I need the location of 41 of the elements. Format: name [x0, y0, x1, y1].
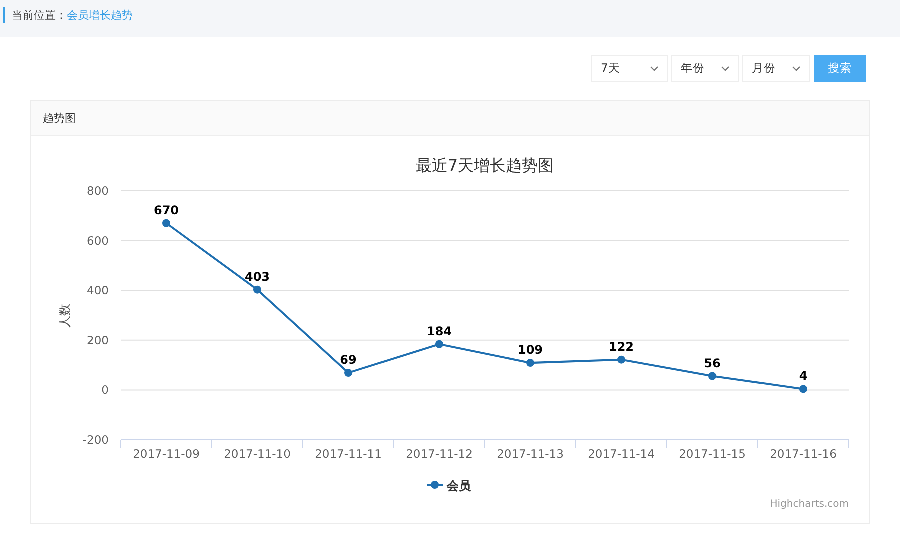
data-point — [800, 385, 808, 394]
data-label: 403 — [244, 270, 270, 284]
data-label: 4 — [799, 369, 808, 384]
x-tick-label: 2017-11-13 — [497, 447, 564, 461]
y-tick-label: 400 — [87, 284, 109, 298]
x-tick-label: 2017-11-09 — [133, 447, 200, 461]
chart-title: 最近7天增长趋势图 — [416, 156, 554, 175]
x-tick-label: 2017-11-10 — [224, 447, 291, 461]
data-point — [344, 369, 352, 378]
data-point — [526, 359, 534, 368]
dropdown[interactable]: 月份 — [742, 55, 810, 82]
dropdown[interactable]: 7天 — [591, 55, 668, 82]
data-point — [618, 356, 626, 364]
y-tick-label: 0 — [102, 383, 109, 398]
data-point — [254, 286, 262, 294]
y-tick-label: 800 — [87, 184, 109, 198]
data-point — [436, 340, 444, 348]
chevron-down-icon — [721, 66, 730, 72]
x-tick-label: 2017-11-14 — [588, 447, 655, 461]
data-point — [162, 219, 170, 228]
x-tick-label: 2017-11-16 — [770, 447, 837, 461]
data-label: 109 — [518, 343, 544, 358]
dropdown[interactable]: 年份 — [671, 55, 739, 82]
chevron-down-icon — [650, 66, 659, 72]
y-axis-label: 人数 — [58, 304, 72, 328]
data-point — [708, 372, 716, 380]
x-tick-label: 2017-11-11 — [315, 447, 382, 461]
data-label: 56 — [704, 356, 721, 370]
data-label: 670 — [154, 203, 180, 218]
y-tick-label: -200 — [82, 433, 109, 447]
data-label: 69 — [340, 353, 357, 368]
card-title: 趋势图 — [43, 110, 76, 126]
x-tick-label: 2017-11-15 — [679, 447, 746, 461]
breadcrumb-label: 当前位置： — [12, 8, 67, 22]
y-tick-label: 600 — [87, 234, 109, 248]
y-tick-label: 200 — [87, 333, 109, 348]
chevron-down-icon — [792, 66, 801, 72]
data-label: 184 — [426, 324, 452, 338]
x-tick-label: 2017-11-12 — [406, 447, 473, 461]
data-label: 122 — [608, 340, 634, 354]
legend-item[interactable]: 会员 — [447, 479, 471, 493]
